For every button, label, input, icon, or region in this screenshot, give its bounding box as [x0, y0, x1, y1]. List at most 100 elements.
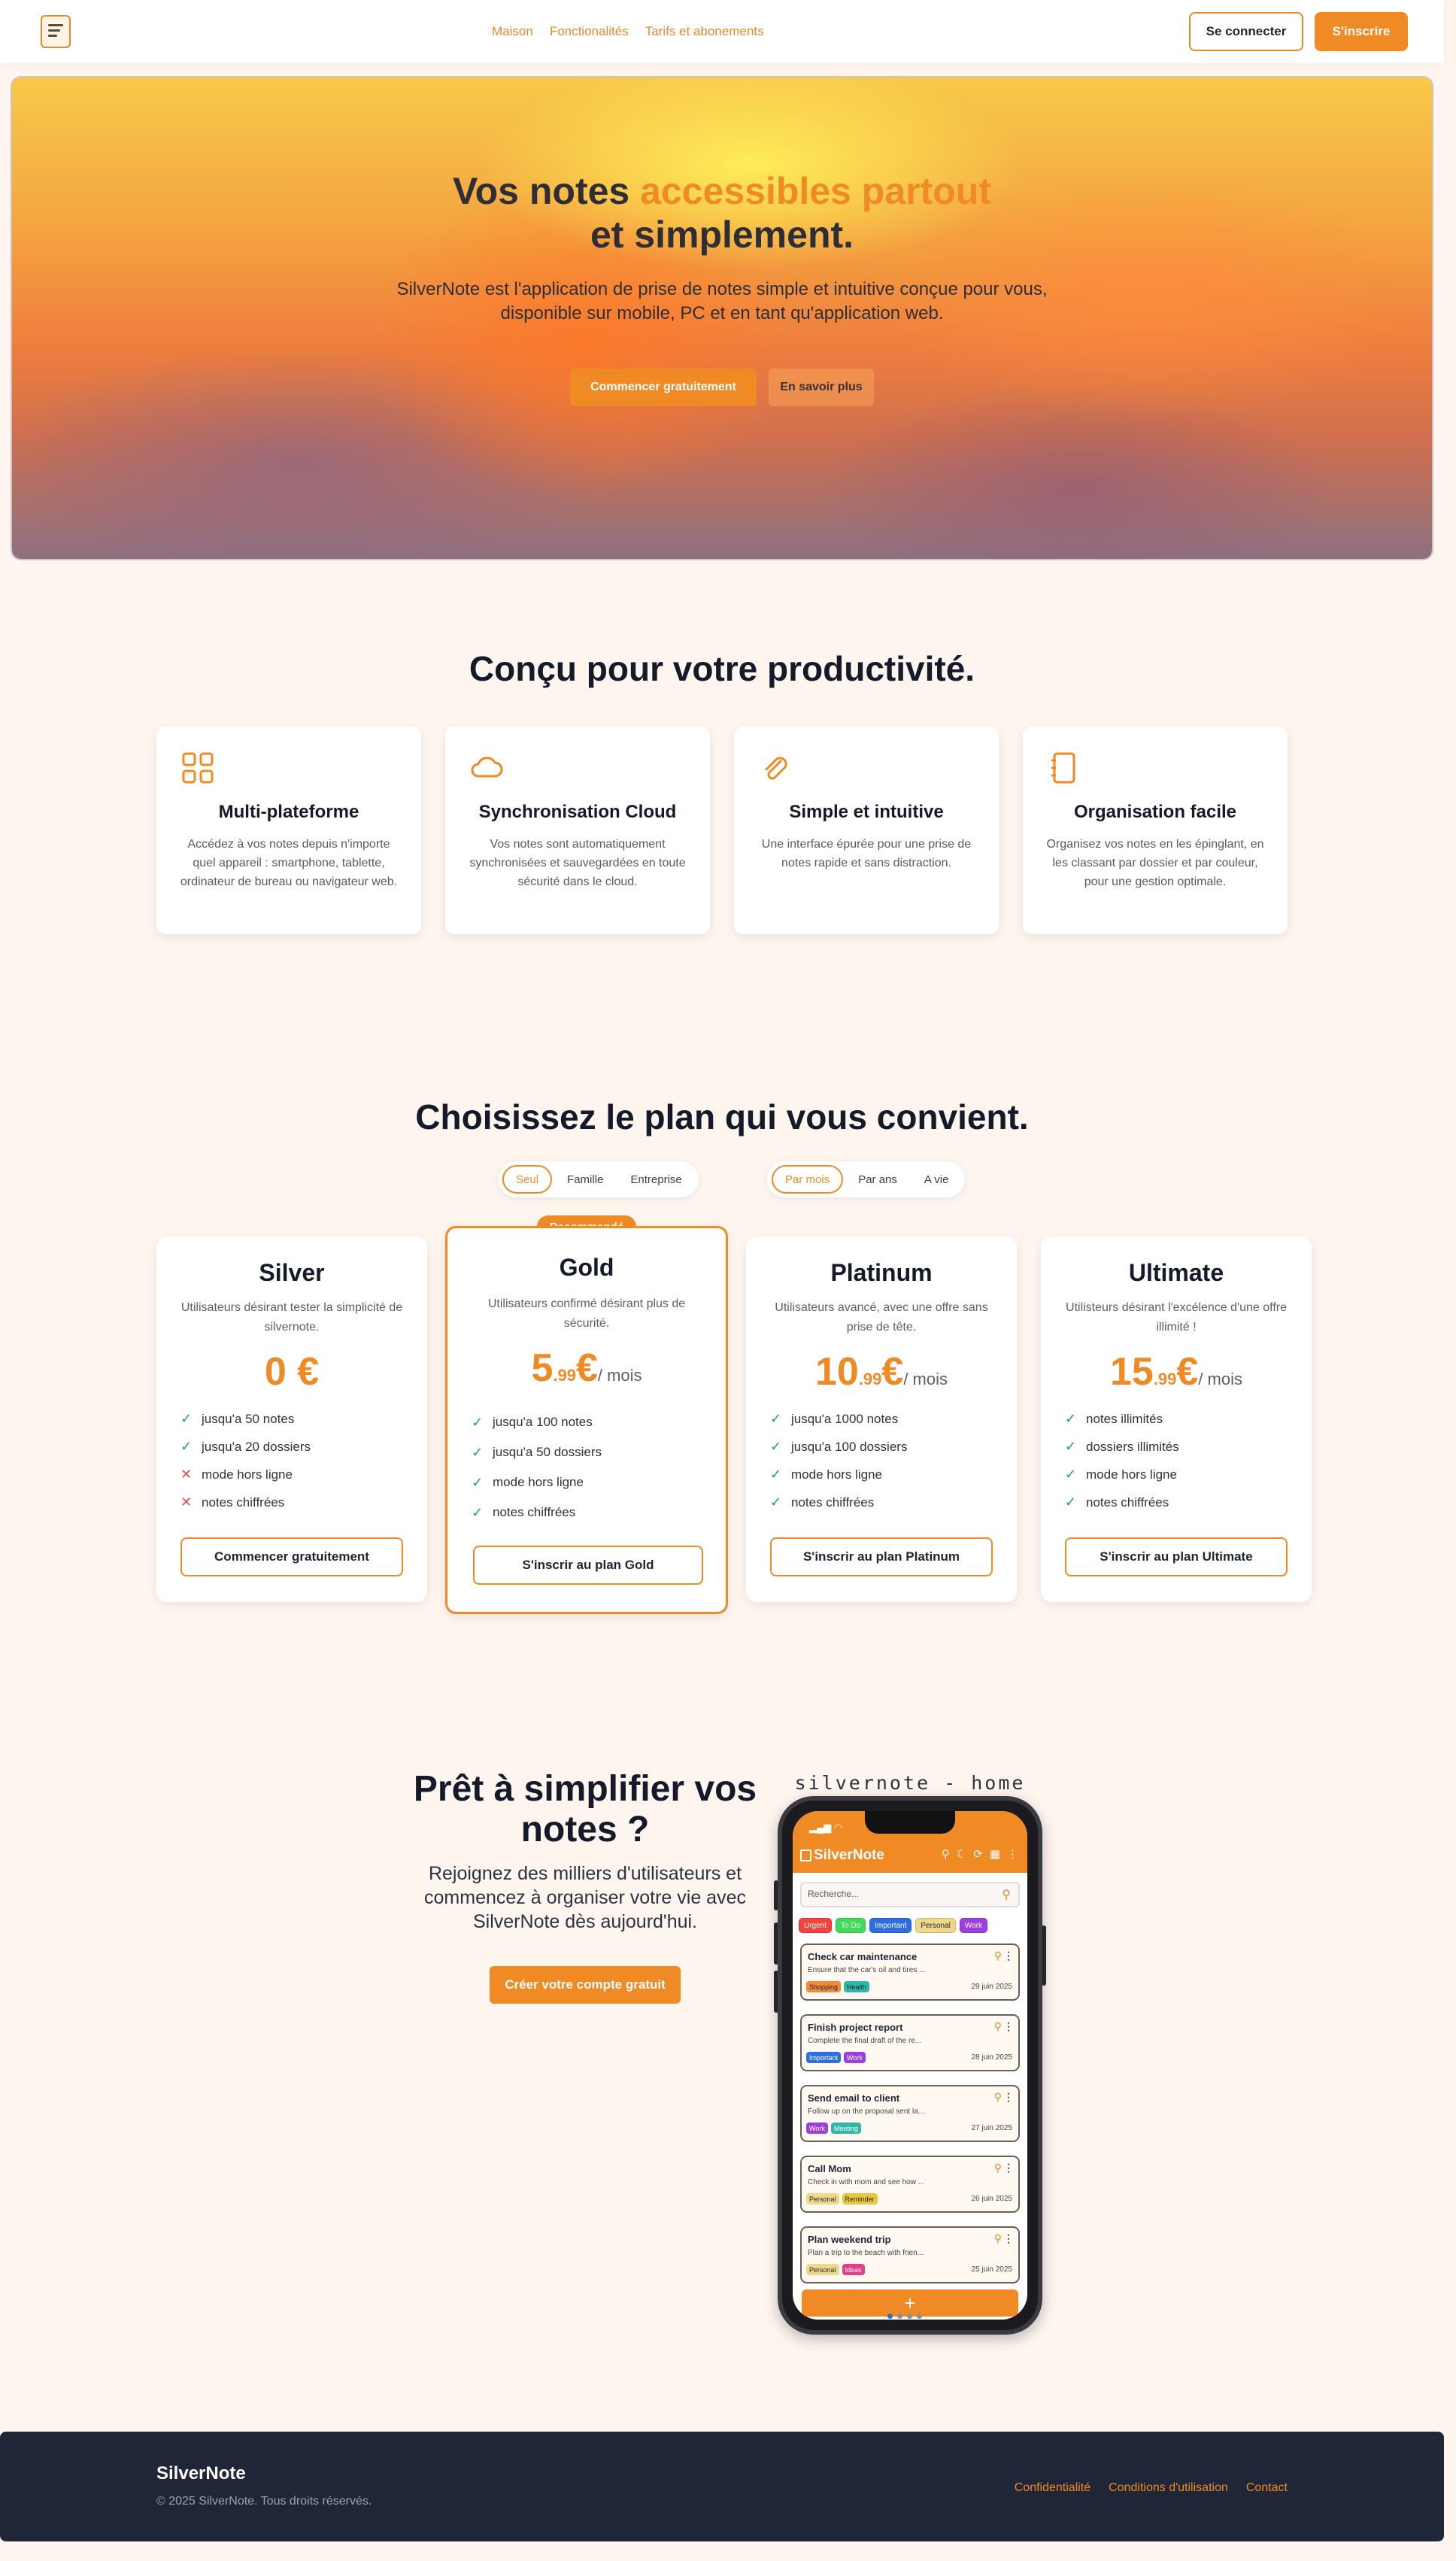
note-card[interactable]: Check car maintenance ⚲ ⋮ Ensure that th… — [800, 1944, 1020, 2001]
phone-mockup: ▂▄▆ ◠ SilverNote ⚲ ☾ ⟳ ▦ ⋮ Recherche... … — [778, 1796, 1042, 2335]
carousel-dot[interactable] — [897, 2314, 902, 2319]
plan-price: 5.99€/ mois — [531, 1346, 642, 1390]
note-card[interactable]: Call Mom ⚲ ⋮ Check in with mom and see h… — [800, 2156, 1020, 2213]
top-navbar: Maison Fonctionalités Tarifs et abonemen… — [0, 0, 1444, 63]
nav-link-pricing[interactable]: Tarifs et abonements — [645, 24, 764, 39]
app-title: SilverNote — [814, 1847, 884, 1863]
plan-feature: ✓ mode hors ligne — [770, 1467, 882, 1482]
carousel-dot[interactable] — [907, 2314, 912, 2319]
signup-button[interactable]: S'inscrire — [1315, 12, 1408, 51]
check-icon: ✓ — [1065, 1494, 1077, 1510]
plan-gold-button[interactable]: S'inscrir au plan Gold — [473, 1546, 703, 1585]
carousel-dot[interactable] — [917, 2314, 922, 2319]
plan-feature: ✓ notes chiffrées — [472, 1504, 576, 1520]
hero-start-button[interactable]: Commencer gratuitement — [570, 369, 757, 406]
footer-link-terms[interactable]: Conditions d'utilisation — [1109, 2481, 1228, 2495]
plan-platinum-button[interactable]: S'inscrir au plan Platinum — [770, 1537, 993, 1576]
note-card[interactable]: Plan weekend trip ⚲ ⋮ Plan a trip to the… — [800, 2226, 1020, 2283]
audience-toggle: Seul Famille Entreprise — [498, 1161, 699, 1197]
cta-title: Prêt à simplifier vos notes ? — [413, 1769, 757, 1849]
nav-link-features[interactable]: Fonctionalités — [550, 24, 629, 39]
app-toolbar: ⚲ ☾ ⟳ ▦ ⋮ — [942, 1847, 1018, 1861]
plan-desc: Utilisateurs désirant tester la simplici… — [180, 1301, 403, 1334]
note-date: 26 juin 2025 — [971, 2195, 1013, 2203]
check-icon: ✓ — [1065, 1411, 1077, 1426]
feature-desc: Accédez à vos notes depuis n'importe que… — [180, 838, 398, 888]
plan-silver-button[interactable]: Commencer gratuitement — [180, 1537, 403, 1576]
note-tag: Ideas — [842, 2264, 865, 2275]
footer: SilverNote © 2025 SilverNote. Tous droit… — [0, 2432, 1444, 2541]
chip-personal[interactable]: Personal — [915, 1918, 956, 1933]
note-menu-icon[interactable]: ⋮ — [1003, 2020, 1014, 2033]
pin-icon[interactable]: ⚲ — [994, 2020, 1002, 2033]
calendar-icon[interactable]: ▦ — [990, 1847, 1000, 1861]
audience-option-solo[interactable]: Seul — [502, 1165, 553, 1194]
period-option-lifetime[interactable]: A vie — [912, 1165, 961, 1194]
features-title: Conçu pour votre productivité. — [469, 649, 975, 688]
phone-screen: ▂▄▆ ◠ SilverNote ⚲ ☾ ⟳ ▦ ⋮ Recherche... … — [793, 1811, 1027, 2320]
note-tag: Personal — [806, 2264, 839, 2275]
period-option-yearly[interactable]: Par ans — [846, 1165, 909, 1194]
check-icon: ✓ — [472, 1474, 484, 1490]
sync-icon[interactable]: ⟳ — [973, 1847, 983, 1861]
check-icon: ✓ — [472, 1444, 484, 1460]
audience-option-business[interactable]: Entreprise — [618, 1165, 693, 1194]
footer-link-privacy[interactable]: Confidentialité — [1015, 2481, 1090, 2495]
footer-link-contact[interactable]: Contact — [1246, 2481, 1288, 2495]
footer-links: Confidentialité Conditions d'utilisation… — [1015, 2481, 1288, 2495]
note-card[interactable]: Finish project report ⚲ ⋮ Complete the f… — [800, 2014, 1020, 2071]
feature-title: Simple et intuitive — [789, 802, 944, 822]
plan-card-ultimate: Ultimate Utilisteurs désirant l'excélenc… — [1041, 1237, 1312, 1602]
filter-icon[interactable]: ⚲ — [942, 1847, 950, 1861]
phone-search-input[interactable]: Recherche... ⚲ — [800, 1882, 1020, 1907]
feature-card-simple: Simple et intuitive Une interface épurée… — [734, 727, 999, 934]
feature-desc: Vos notes sont automatiquement synchroni… — [469, 838, 686, 888]
check-icon: ✓ — [180, 1411, 193, 1426]
more-icon[interactable]: ⋮ — [1007, 1847, 1018, 1861]
notebook-icon — [1051, 752, 1075, 784]
note-menu-icon[interactable]: ⋮ — [1003, 2232, 1014, 2245]
create-account-button[interactable]: Créer votre compte gratuit — [490, 1966, 681, 2004]
plan-price: 15.99€/ mois — [1109, 1350, 1243, 1394]
chip-work[interactable]: Work — [959, 1918, 988, 1933]
dark-mode-icon[interactable]: ☾ — [957, 1847, 966, 1861]
feature-card-organization: Organisation facile Organisez vos notes … — [1023, 727, 1288, 934]
pin-icon[interactable]: ⚲ — [994, 1950, 1002, 1962]
plan-feature: ✓ jusqu'a 100 notes — [472, 1414, 593, 1430]
note-menu-icon[interactable]: ⋮ — [1003, 2162, 1014, 2174]
plan-ultimate-button[interactable]: S'inscrir au plan Ultimate — [1065, 1537, 1288, 1576]
carousel-dot[interactable] — [887, 2314, 893, 2319]
cross-icon: ✕ — [180, 1467, 193, 1482]
carousel-dots — [887, 2314, 922, 2319]
plan-name: Silver — [259, 1259, 325, 1286]
plan-name: Platinum — [830, 1259, 933, 1286]
logo-icon[interactable] — [41, 15, 71, 48]
hero-learn-more-button[interactable]: En savoir plus — [769, 369, 874, 406]
nav-links: Maison Fonctionalités Tarifs et abonemen… — [492, 24, 764, 39]
chip-todo[interactable]: To Do — [836, 1918, 866, 1933]
add-note-button[interactable]: + — [802, 2289, 1018, 2317]
note-menu-icon[interactable]: ⋮ — [1003, 2091, 1014, 2104]
chip-urgent[interactable]: Urgent — [799, 1918, 833, 1933]
audience-option-family[interactable]: Famille — [555, 1165, 615, 1194]
feature-title: Synchronisation Cloud — [478, 802, 677, 822]
pin-icon[interactable]: ⚲ — [994, 2232, 1002, 2245]
plan-name: Ultimate — [1128, 1259, 1224, 1286]
check-icon: ✓ — [472, 1414, 484, 1430]
chip-important[interactable]: Important — [869, 1918, 912, 1933]
plan-feature: ✓ jusqu'a 100 dossiers — [770, 1439, 908, 1454]
login-button[interactable]: Se connecter — [1189, 12, 1303, 51]
note-date: 27 juin 2025 — [971, 2124, 1013, 2132]
period-option-monthly[interactable]: Par mois — [772, 1165, 844, 1194]
note-card[interactable]: Send email to client ⚲ ⋮ Follow up on th… — [800, 2085, 1020, 2142]
note-menu-icon[interactable]: ⋮ — [1003, 1950, 1014, 1962]
hero-title: Vos notes accessibles partout et simplem… — [453, 170, 991, 256]
note-tag: Meeting — [830, 2123, 861, 2134]
nav-link-home[interactable]: Maison — [492, 24, 533, 39]
plan-price: 10.99€/ mois — [814, 1350, 948, 1394]
pin-icon[interactable]: ⚲ — [994, 2162, 1002, 2174]
footer-copyright: © 2025 SilverNote. Tous droits réservés. — [156, 2495, 372, 2508]
note-tag: Work — [844, 2052, 866, 2063]
pin-icon[interactable]: ⚲ — [994, 2091, 1002, 2104]
plan-feature: ✕ mode hors ligne — [180, 1467, 293, 1482]
